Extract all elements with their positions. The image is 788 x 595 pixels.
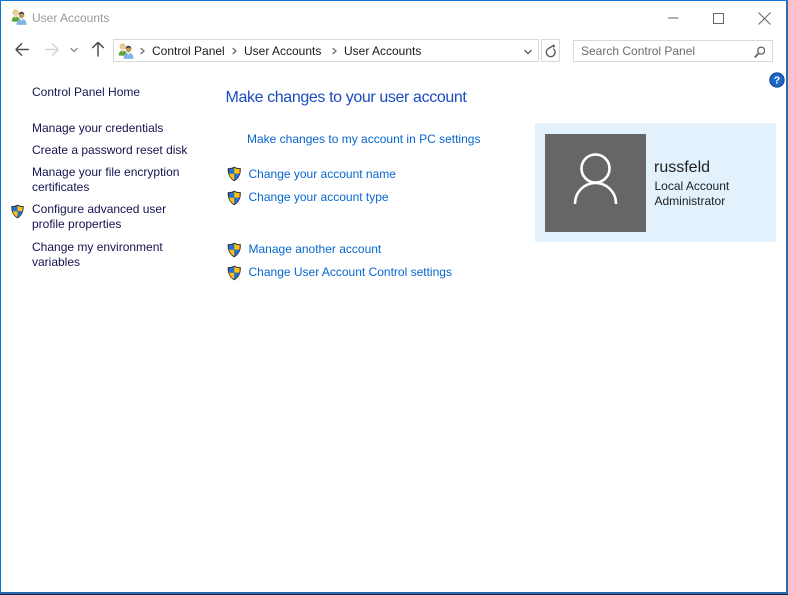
- svg-text:?: ?: [774, 75, 780, 87]
